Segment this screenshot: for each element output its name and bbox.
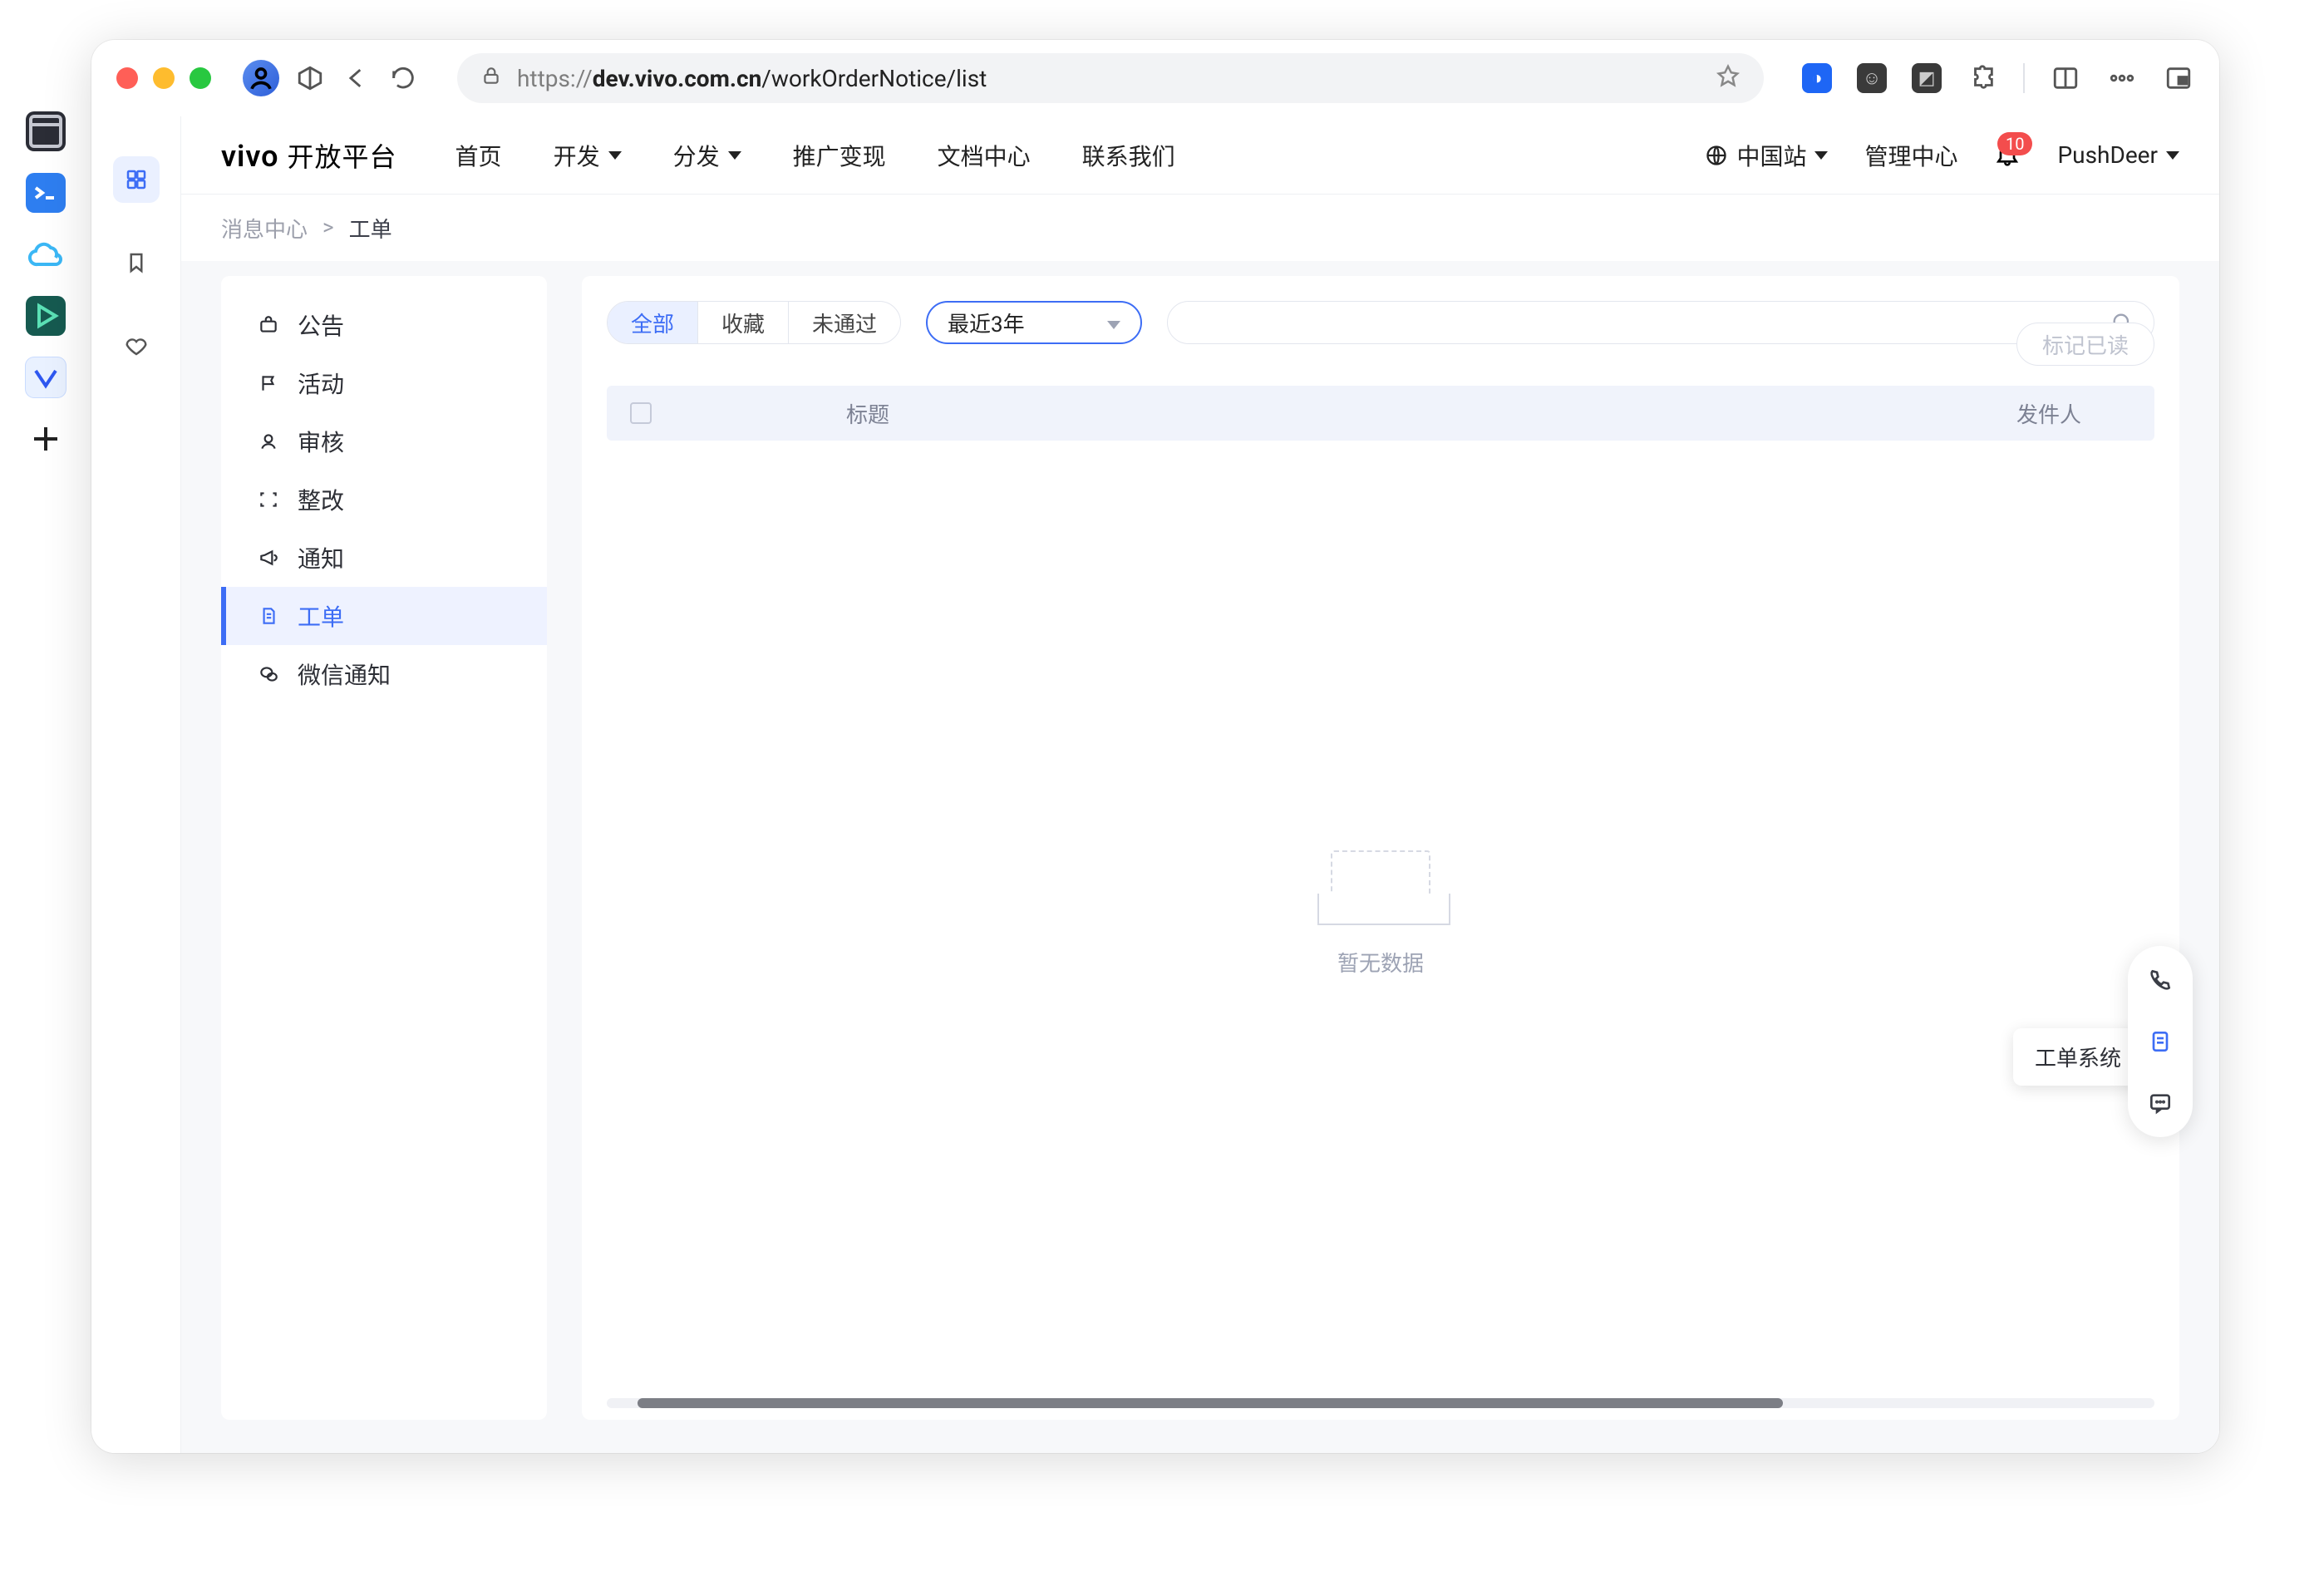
- nav-rail-apps[interactable]: [113, 156, 160, 203]
- menu-notice[interactable]: 通知: [221, 529, 547, 587]
- table-header: 标题 发件人: [607, 386, 2154, 441]
- extension-icon-1[interactable]: ◑: [1802, 63, 1832, 93]
- sidebar-toggle-icon[interactable]: [294, 62, 326, 94]
- nav-docs[interactable]: 文档中心: [938, 139, 1031, 172]
- os-play-icon[interactable]: [26, 296, 66, 336]
- manage-center-link[interactable]: 管理中心: [1864, 139, 1957, 172]
- notifications-button[interactable]: 10: [1994, 140, 2021, 170]
- menu-rectify[interactable]: 整改: [221, 470, 547, 529]
- top-nav-right: 中国站 管理中心 10 PushDeer: [1705, 139, 2179, 172]
- close-window-button[interactable]: [116, 67, 138, 89]
- breadcrumb: 消息中心 > 工单: [181, 195, 2219, 261]
- menu-review[interactable]: 审核: [221, 412, 547, 470]
- nav-rail: [91, 116, 181, 1453]
- reload-button[interactable]: [387, 62, 419, 94]
- breadcrumb-root[interactable]: 消息中心: [221, 213, 308, 244]
- url-text: https://dev.vivo.com.cn/workOrderNotice/…: [517, 65, 987, 92]
- minimize-window-button[interactable]: [153, 67, 175, 89]
- chevron-down-icon: [1814, 151, 1828, 160]
- pip-icon[interactable]: [2163, 62, 2194, 94]
- top-nav-items: 首页 开发 分发 推广变现 文档中心 联系我们: [455, 139, 1175, 172]
- user-menu[interactable]: PushDeer: [2057, 141, 2179, 169]
- os-vivo-icon[interactable]: [26, 357, 66, 397]
- float-tooltip: 工单系统: [2013, 1028, 2143, 1086]
- top-nav: vivo开放平台 首页 开发 分发 推广变现 文档中心 联系我们 中国站: [181, 116, 2219, 195]
- os-panel-icon[interactable]: [26, 111, 66, 151]
- chevron-down-icon: [728, 151, 741, 160]
- breadcrumb-separator: >: [323, 215, 334, 240]
- chevron-down-icon: [608, 151, 622, 160]
- column-title: 标题: [776, 398, 959, 429]
- main-panel: 全部 收藏 未通过 最近3年: [582, 276, 2179, 1420]
- chat-icon: [256, 662, 281, 687]
- notification-badge: 10: [1997, 132, 2032, 155]
- bookmark-star-icon[interactable]: [1716, 63, 1741, 94]
- extension-icon-3[interactable]: ◩: [1912, 63, 1942, 93]
- os-terminal-icon[interactable]: [26, 173, 66, 213]
- content-area: 公告 活动 审核 整改 通知 工单 微信通知 全部 收藏 未通过: [181, 261, 2219, 1453]
- os-add-icon[interactable]: [26, 419, 66, 459]
- select-all-checkbox[interactable]: [630, 402, 652, 424]
- nav-contact[interactable]: 联系我们: [1082, 139, 1175, 172]
- scrollbar-thumb[interactable]: [638, 1398, 1783, 1408]
- nav-rail-heart[interactable]: [113, 323, 160, 369]
- empty-state: 暂无数据: [607, 441, 2154, 1387]
- traffic-lights: [116, 67, 211, 89]
- nav-distribute[interactable]: 分发: [673, 139, 741, 172]
- nav-rail-bookmark[interactable]: [113, 239, 160, 286]
- divider: [2023, 63, 2025, 93]
- menu-wechat[interactable]: 微信通知: [221, 645, 547, 703]
- float-ticket-icon[interactable]: [2141, 1022, 2179, 1061]
- empty-illustration: [1331, 850, 1430, 925]
- lock-icon: [480, 65, 502, 92]
- page-root: vivo开放平台 首页 开发 分发 推广变现 文档中心 联系我们 中国站: [91, 116, 2219, 1453]
- maximize-window-button[interactable]: [190, 67, 211, 89]
- more-menu-icon[interactable]: [2106, 62, 2138, 94]
- float-chat-icon[interactable]: [2141, 1084, 2179, 1122]
- extension-icons: ◑ ☺ ◩: [1802, 62, 2194, 94]
- user-icon: [256, 429, 281, 454]
- browser-window: https://dev.vivo.com.cn/workOrderNotice/…: [91, 40, 2219, 1453]
- nav-promote[interactable]: 推广变现: [793, 139, 886, 172]
- split-view-icon[interactable]: [2050, 62, 2081, 94]
- back-button[interactable]: [341, 62, 372, 94]
- file-icon: [256, 603, 281, 628]
- scan-icon: [256, 487, 281, 512]
- menu-announcement[interactable]: 公告: [221, 296, 547, 354]
- extension-icon-2[interactable]: ☺: [1857, 63, 1887, 93]
- os-cloud-icon[interactable]: [26, 234, 66, 274]
- column-sender: 发件人: [2016, 398, 2081, 429]
- os-sidebar: [0, 40, 91, 1453]
- nav-home[interactable]: 首页: [455, 139, 502, 172]
- nav-develop[interactable]: 开发: [554, 139, 622, 172]
- address-bar[interactable]: https://dev.vivo.com.cn/workOrderNotice/…: [457, 53, 1764, 103]
- main-column: vivo开放平台 首页 开发 分发 推广变现 文档中心 联系我们 中国站: [181, 116, 2219, 1453]
- float-phone-icon[interactable]: [2141, 961, 2179, 999]
- float-actions: [2128, 946, 2193, 1137]
- brand-logo[interactable]: vivo开放平台: [221, 136, 397, 175]
- menu-work-order[interactable]: 工单: [221, 587, 547, 645]
- breadcrumb-current: 工单: [349, 213, 392, 244]
- region-selector[interactable]: 中国站: [1705, 139, 1828, 172]
- megaphone-icon: [256, 545, 281, 570]
- briefcase-icon: [256, 313, 281, 337]
- menu-activity[interactable]: 活动: [221, 354, 547, 412]
- profile-avatar[interactable]: [243, 60, 279, 96]
- browser-titlebar: https://dev.vivo.com.cn/workOrderNotice/…: [91, 40, 2219, 116]
- horizontal-scrollbar[interactable]: [607, 1398, 2154, 1408]
- empty-text: 暂无数据: [1337, 947, 1424, 978]
- puzzle-icon[interactable]: [1967, 62, 1998, 94]
- mark-read-button[interactable]: 标记已读: [2016, 323, 2154, 366]
- flag-icon: [256, 371, 281, 396]
- side-menu: 公告 活动 审核 整改 通知 工单 微信通知: [221, 276, 547, 1420]
- chevron-down-icon: [2166, 151, 2179, 160]
